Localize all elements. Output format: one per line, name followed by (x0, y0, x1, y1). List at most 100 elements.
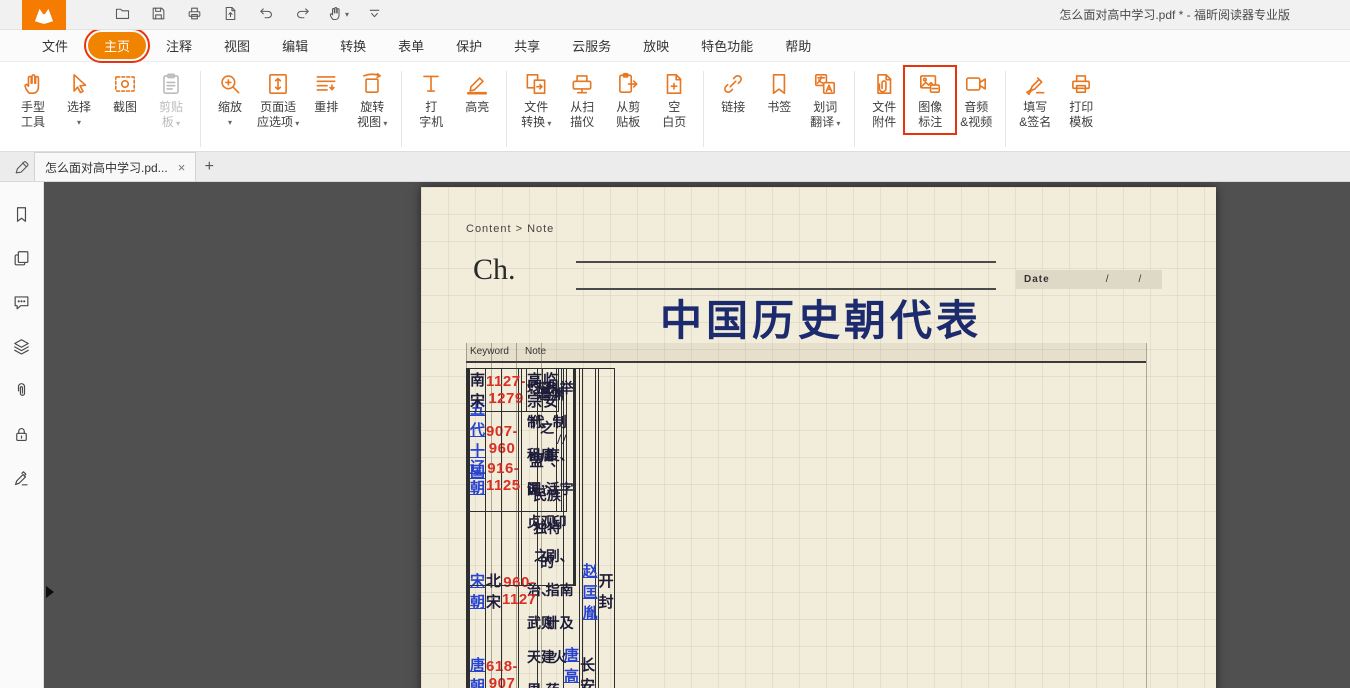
dynasty-link-liao[interactable]: 辽朝 (470, 460, 485, 497)
ribbon-label-reflow: 重排 (314, 100, 338, 115)
link-icon (720, 70, 746, 98)
annotate-pencil-icon[interactable] (8, 153, 34, 181)
menu-tab-convert[interactable]: 转换 (328, 32, 378, 59)
document-tab[interactable]: 怎么面对高中学习.pd... × (34, 152, 196, 181)
sidebar-button-layers[interactable] (10, 338, 34, 358)
founder-link-beisong[interactable]: 赵匡胤 (583, 564, 598, 622)
ribbon-button-snapshot[interactable]: 截图 (102, 69, 148, 116)
sidebar-button-attachments[interactable] (10, 382, 34, 402)
ribbon-button-audio-video[interactable]: 音频&视频 (953, 69, 999, 131)
ribbon-button-zoom[interactable]: 缩放▾ (207, 69, 253, 131)
sidebar-button-pages[interactable] (10, 250, 34, 270)
date-label: Date (1024, 274, 1050, 285)
undo-button[interactable] (252, 2, 280, 28)
export-icon (222, 5, 239, 25)
window-title: 怎么面对高中学习.pdf * - 福昕阅读器专业版 (1059, 0, 1290, 30)
ribbon-button-reflow[interactable]: 重排 (303, 69, 349, 116)
date-slash: / (1106, 274, 1109, 285)
ribbon-button-link[interactable]: 链接 (710, 69, 756, 116)
menu-tab-home[interactable]: 主页 (88, 32, 146, 59)
signature-icon (12, 469, 31, 491)
menu-tab-share[interactable]: 共享 (502, 32, 552, 59)
cursor-icon (66, 70, 92, 98)
rotate-icon (359, 70, 385, 98)
ribbon-button-hand-tool[interactable]: 手型工具 (10, 69, 56, 131)
redo-icon (294, 5, 311, 25)
menu-tab-form[interactable]: 表单 (386, 32, 436, 59)
blank-icon (661, 70, 687, 98)
sidebar-button-comments[interactable] (10, 294, 34, 314)
ribbon-button-highlight[interactable]: 高亮 (454, 69, 500, 116)
caret-icon: ▾ (345, 10, 349, 19)
ribbon-label-image-annotation: 图像标注 (918, 100, 942, 130)
ribbon-button-image-annotation[interactable]: 图像标注 (907, 69, 953, 131)
pdf-page: Content > Note Ch. Date / / 中国历史朝代表 Keyw… (421, 187, 1216, 688)
open-button[interactable] (108, 2, 136, 28)
ribbon-separator (1005, 71, 1006, 147)
ribbon-label-blank-page: 空白页 (662, 100, 686, 130)
menu-tab-comment[interactable]: 注释 (154, 32, 204, 59)
reflow-icon (313, 70, 339, 98)
ribbon-separator (854, 71, 855, 147)
undo-icon (258, 5, 275, 25)
close-tab-icon[interactable]: × (178, 160, 186, 175)
redo-button[interactable] (288, 2, 316, 28)
menu-tab-present[interactable]: 放映 (631, 32, 681, 59)
customize-toolbar-button[interactable] (360, 2, 388, 28)
sidebar-button-security[interactable] (10, 426, 34, 446)
ribbon-button-file-convert[interactable]: 文件转换 ▾ (513, 69, 559, 132)
document-view[interactable]: Content > Note Ch. Date / / 中国历史朝代表 Keyw… (44, 182, 1350, 688)
foxit-logo[interactable] (22, 0, 66, 30)
ribbon-separator (401, 71, 402, 147)
menu-tab-view[interactable]: 视图 (212, 32, 262, 59)
menu-tab-features[interactable]: 特色功能 (689, 32, 765, 59)
attach-icon (871, 70, 897, 98)
date-slash: / (1138, 274, 1141, 285)
translate-icon (812, 70, 838, 98)
ribbon-label-select: 选择▾ (67, 100, 91, 130)
ribbon-button-from-scanner[interactable]: 从扫描仪 (559, 69, 605, 131)
ribbon-button-rotate-view[interactable]: 旋转视图 ▾ (349, 69, 395, 132)
menu-tab-edit[interactable]: 编辑 (270, 32, 320, 59)
menu-tab-file[interactable]: 文件 (30, 32, 80, 59)
menu-tab-help[interactable]: 帮助 (773, 32, 823, 59)
menu-tab-protect[interactable]: 保护 (444, 32, 494, 59)
menu-tab-cloud[interactable]: 云服务 (560, 32, 623, 59)
ribbon-button-typewriter[interactable]: 打字机 (408, 69, 454, 131)
new-tab-button[interactable]: + (196, 153, 222, 181)
ribbon-button-word-translate[interactable]: 划词翻译 ▾ (802, 69, 848, 132)
panel-expand-handle[interactable] (46, 586, 54, 598)
chapter-label: Ch. (473, 253, 516, 287)
sidebar-button-signatures[interactable] (10, 470, 34, 490)
disk-icon (150, 5, 167, 25)
caret-icon: ▾ (834, 119, 840, 128)
ribbon-label-rotate-view: 旋转视图 ▾ (357, 100, 387, 131)
ribbon-label-bookmark: 书签 (767, 100, 791, 115)
ribbon-label-file-attachment: 文件附件 (872, 100, 896, 130)
ribbon-label-link: 链接 (721, 100, 745, 115)
document-tab-bar: 怎么面对高中学习.pd... × + (0, 152, 1350, 182)
ribbon-button-file-attachment[interactable]: 文件附件 (861, 69, 907, 131)
hand-icon (327, 5, 344, 25)
hand-tool-quick-button[interactable]: ▾ (324, 2, 352, 28)
ribbon-button-bookmark[interactable]: 书签 (756, 69, 802, 116)
fox-icon (33, 6, 55, 24)
share-export-button[interactable] (216, 2, 244, 28)
ribbon-button-fill-sign[interactable]: 填写&签名 (1012, 69, 1058, 131)
ribbon-button-select[interactable]: 选择▾ (56, 69, 102, 131)
date-field: Date / / (1016, 270, 1162, 289)
header-rule-top (576, 261, 996, 263)
ribbon-button-from-clipboard[interactable]: 从剪贴板 (605, 69, 651, 131)
save-button[interactable] (144, 2, 172, 28)
clipboard-icon (158, 70, 184, 98)
ribbon-button-blank-page[interactable]: 空白页 (651, 69, 697, 131)
ribbon-button-print-template[interactable]: 打印模板 (1058, 69, 1104, 131)
title-bar: ▾ 怎么面对高中学习.pdf * - 福昕阅读器专业版 (0, 0, 1350, 30)
caret-icon: ▾ (174, 119, 180, 128)
highlight-icon (464, 70, 490, 98)
caret-icon: ▾ (67, 115, 91, 130)
print-button[interactable] (180, 2, 208, 28)
ribbon-button-page-fit-options[interactable]: 页面适应选项 ▾ (253, 69, 303, 132)
sidebar-button-bookmarks[interactable] (10, 206, 34, 226)
ribbon-button-clipboard[interactable]: 剪贴板 ▾ (148, 69, 194, 132)
